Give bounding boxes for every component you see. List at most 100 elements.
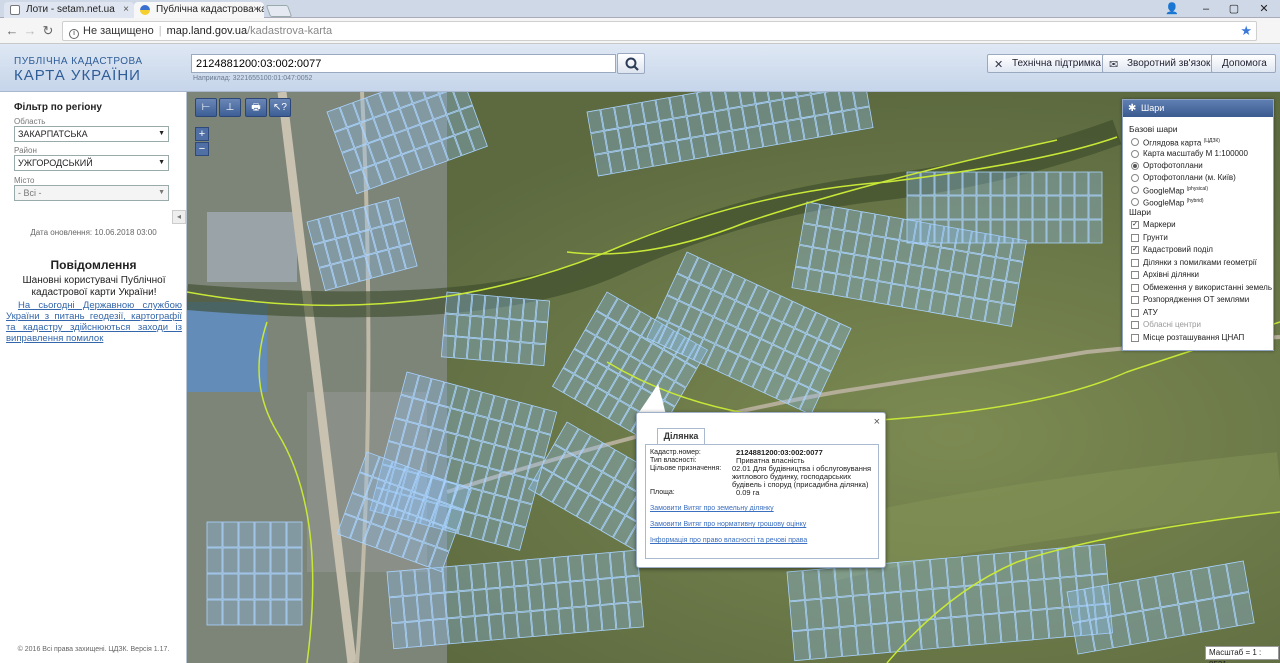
base-layer-option[interactable]: GoogleMap (physical) [1131,184,1208,196]
cadastral-parcel[interactable] [900,590,920,622]
overlay-layer-option[interactable]: Місце розташування ЦНАП [1131,332,1244,343]
overlay-layer-option[interactable]: ✓ Кадастровий поділ [1131,244,1213,255]
back-button[interactable]: ← [4,23,20,39]
print-button[interactable]: 🖶 [245,98,267,117]
cadastral-parcel[interactable] [948,219,963,244]
radio-button[interactable] [1131,162,1139,170]
cadastral-parcel[interactable] [432,618,449,646]
radio-button[interactable] [1131,198,1139,206]
cadastral-parcel[interactable] [962,195,977,220]
cadastral-parcel[interactable] [1046,171,1061,196]
cadastral-parcel[interactable] [456,564,473,592]
cadastral-parcel[interactable] [961,554,981,586]
cadastral-parcel[interactable] [1032,219,1047,244]
cadastral-parcel[interactable] [906,195,921,220]
cadastral-parcel[interactable] [805,598,824,630]
cadastral-parcel[interactable] [496,296,512,319]
cadastral-parcel[interactable] [976,195,991,220]
base-layer-option[interactable]: Оглядова карта (ЦДЗК) [1131,136,1220,148]
cadastral-parcel[interactable] [1004,171,1019,196]
cadastral-parcel[interactable] [1028,579,1047,611]
order-extract-link[interactable]: Замовити Витяг про земельну ділянку [650,505,774,512]
cadastral-parcel[interactable] [625,575,642,603]
browser-tab-setam[interactable]: Лоти - setam.net.ua × [4,2,134,18]
checkbox[interactable] [1131,258,1139,267]
tab-parcel[interactable]: Ділянка [657,428,705,444]
cadastral-parcel[interactable] [460,616,477,644]
radio-button[interactable] [1131,174,1139,182]
overlay-layer-option[interactable]: Обмеження у використанні земель [1131,282,1272,293]
cadastral-parcel[interactable] [494,318,510,341]
cadastral-parcel[interactable] [821,597,840,629]
cadastral-parcel[interactable] [609,550,626,578]
cadastral-parcel[interactable] [996,582,1015,614]
close-icon[interactable]: × [123,2,129,18]
overlay-layer-option[interactable]: ✓ Маркери [1131,219,1176,230]
cadastral-parcel[interactable] [466,337,482,361]
cadastral-parcel[interactable] [1018,195,1033,220]
cadastral-parcel[interactable] [418,619,435,647]
cadastral-parcel[interactable] [455,314,471,338]
cadastral-parcel[interactable] [611,576,628,604]
cadastral-parcel[interactable] [206,599,223,626]
cadastral-parcel[interactable] [951,616,970,648]
cadastral-parcel[interactable] [1012,580,1031,612]
cadastral-parcel[interactable] [457,292,473,316]
cadastral-parcel[interactable] [1074,195,1089,220]
cadastral-parcel[interactable] [786,570,805,602]
cadastral-parcel[interactable] [920,219,935,244]
cadastral-parcel[interactable] [1088,219,1103,244]
search-button[interactable] [617,53,645,74]
cadastral-parcel[interactable] [906,219,921,244]
cadastral-parcel[interactable] [254,547,271,574]
cadastral-parcel[interactable] [945,556,965,588]
cadastral-parcel[interactable] [442,565,459,593]
cadastral-parcel[interactable] [595,552,612,580]
base-layer-option[interactable]: Ортофотоплани [1131,160,1203,171]
cadastral-parcel[interactable] [286,599,303,626]
cadastral-parcel[interactable] [1060,171,1075,196]
cadastral-parcel[interactable] [405,621,422,648]
cadastral-parcel[interactable] [1046,219,1061,244]
cadastral-parcel[interactable] [502,612,519,640]
profile-icon[interactable]: 👤 [1158,0,1186,18]
cadastral-parcel[interactable] [444,591,461,619]
cadastral-parcel[interactable] [1004,219,1019,244]
cadastral-parcel[interactable] [930,557,949,589]
cadastral-parcel[interactable] [850,564,869,596]
cadastral-parcel[interactable] [391,622,408,650]
cadastral-parcel[interactable] [222,599,239,626]
cadastral-parcel[interactable] [486,587,503,615]
raion-select[interactable]: УЖГОРОДСЬКИЙ ▼ [14,155,169,171]
cadastral-parcel[interactable] [1032,195,1047,220]
cadastral-parcel[interactable] [1004,195,1019,220]
cadastral-parcel[interactable] [488,613,505,641]
cadastral-parcel[interactable] [789,600,808,632]
cadastral-parcel[interactable] [1009,550,1029,582]
cadastral-parcel[interactable] [628,601,645,629]
cadastral-parcel[interactable] [531,343,547,367]
cadastral-parcel[interactable] [558,607,575,635]
measure-area-button[interactable]: ⊥ [219,98,241,117]
cadastral-parcel[interactable] [1088,171,1103,196]
cadastral-parcel[interactable] [570,580,587,608]
cadastral-parcel[interactable] [222,573,239,600]
cadastral-parcel[interactable] [472,589,489,616]
cadastral-parcel[interactable] [1018,171,1033,196]
cadastral-parcel[interactable] [962,219,977,244]
cadastral-parcel[interactable] [416,593,433,621]
map-canvas[interactable]: ⊢ ⊥ 🖶 ↖? + − ✱ Шари Базові шари Оглядова … [187,92,1280,663]
ownership-info-link[interactable]: Інформація про право власності та речові… [650,537,807,544]
cadastral-parcel[interactable] [479,338,495,362]
cadastral-parcel[interactable] [852,594,872,626]
cadastral-parcel[interactable] [458,590,475,618]
info-icon[interactable]: i [69,29,79,39]
reload-button[interactable]: ↻ [40,23,56,39]
cadastral-parcel[interactable] [270,547,287,574]
oblast-select[interactable]: ЗАКАРПАТСЬКА ▼ [14,126,169,142]
cadastral-parcel[interactable] [254,599,271,626]
cadastral-parcel[interactable] [884,591,904,623]
cadastral-parcel[interactable] [442,313,458,337]
cadastral-parcel[interactable] [572,606,589,634]
cadastral-parcel[interactable] [1074,171,1089,196]
